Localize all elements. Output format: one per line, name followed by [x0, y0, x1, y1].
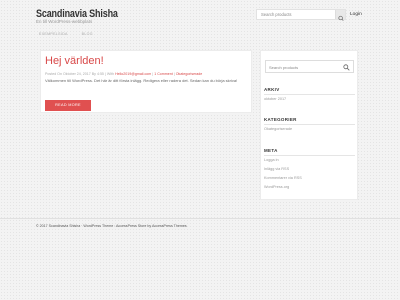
widget-title-kategorier: KATEGORIER [264, 117, 297, 122]
widget-title-arkiv: ARKIV [264, 87, 280, 92]
footer-divider [0, 218, 400, 219]
divider [264, 124, 355, 125]
nav-item-blog[interactable]: BLOG [79, 30, 96, 39]
post-meta-date: Posted On Oktober 24, 2017 By 4:55 | Wit… [45, 72, 115, 76]
post-author-link[interactable]: Hello2019@gmail.com [115, 72, 151, 76]
header-search-button[interactable] [335, 10, 345, 21]
divider [264, 155, 355, 156]
sidebar: Search products ARKIV oktober 2017 KATEG… [260, 50, 358, 200]
header-search-input[interactable]: Search products [256, 9, 346, 21]
post-excerpt: Välkommen till WordPress. Det här är dit… [45, 78, 238, 83]
footer-text: © 2017 Scandinavia Shisha · WordPress Th… [36, 224, 187, 228]
post-meta: Posted On Oktober 24, 2017 By 4:55 | Wit… [45, 72, 202, 76]
sidebar-search-input[interactable]: Search products [265, 60, 354, 73]
meta-item-login[interactable]: Logga in [264, 158, 279, 162]
meta-item-posts-rss[interactable]: Inlägg via RSS [264, 167, 289, 171]
widget-title-meta: META [264, 148, 278, 153]
header-search-placeholder: Search products [261, 12, 292, 17]
archive-item[interactable]: oktober 2017 [264, 97, 286, 101]
main-nav: EXEMPELSIDA BLOG [36, 30, 96, 39]
sidebar-search-placeholder: Search products [269, 64, 299, 70]
nav-item-exempelsida[interactable]: EXEMPELSIDA [36, 30, 71, 39]
meta-item-wordpress-org[interactable]: WordPress.org [264, 185, 289, 189]
read-more-button[interactable]: READ MORE [45, 100, 91, 111]
search-icon [338, 15, 344, 21]
post-category-link[interactable]: Okategoriserade [176, 72, 203, 76]
category-item[interactable]: Okategoriserade [264, 127, 292, 131]
post-card: Hej världen! Posted On Oktober 24, 2017 … [40, 50, 252, 113]
post-comments-link[interactable]: 1 Comment [154, 72, 173, 76]
search-icon[interactable] [343, 63, 350, 71]
post-title[interactable]: Hej världen! [45, 55, 104, 67]
site-header: Scandinavia Shisha En till WordPress-web… [0, 0, 400, 45]
site-description: En till WordPress-webbplats [36, 19, 93, 24]
login-link[interactable]: Login [350, 12, 362, 17]
meta-item-comments-rss[interactable]: Kommentarer via RSS [264, 176, 302, 180]
divider [264, 94, 355, 95]
